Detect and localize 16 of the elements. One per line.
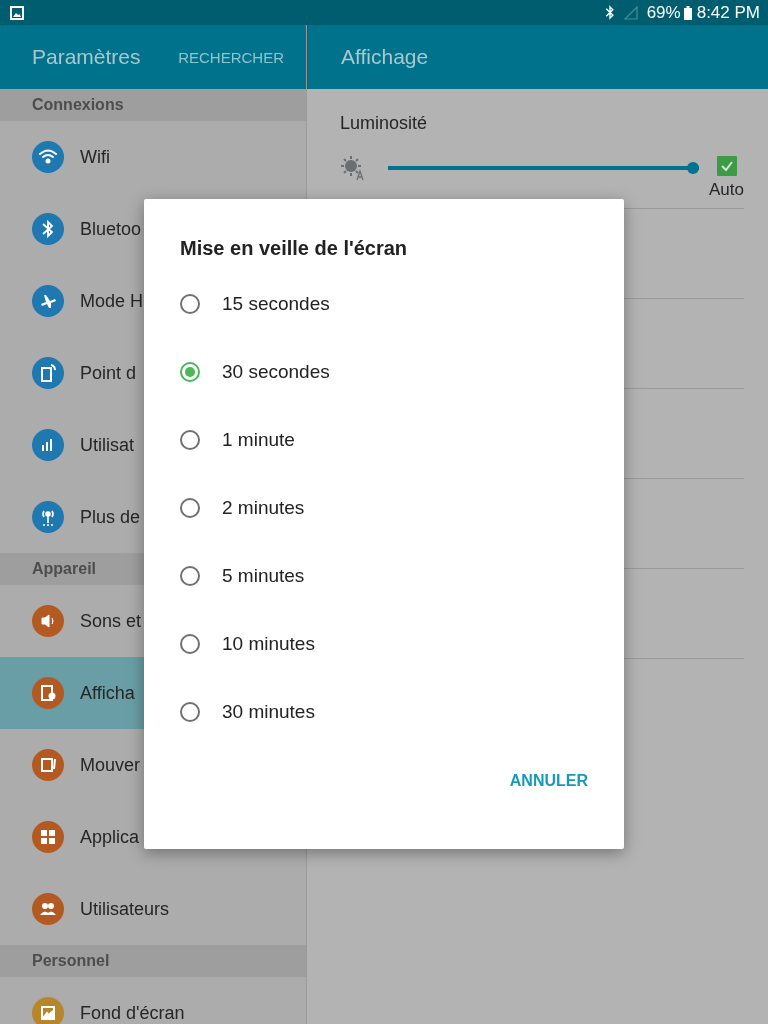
section-header: Connexions	[0, 89, 306, 121]
brightness-label: Luminosité	[340, 113, 429, 134]
page-title: Affichage	[341, 45, 429, 69]
clock: 8:42 PM	[696, 2, 760, 23]
settings-title: Paramètres	[32, 45, 141, 69]
section-header: Personnel	[0, 945, 306, 977]
auto-label: Auto	[709, 180, 744, 200]
option-label: 30 secondes	[222, 361, 330, 383]
battery-percent: 69%	[646, 2, 681, 23]
dialog-title: Mise en veille de l'écran	[180, 237, 409, 260]
option-label: 2 minutes	[222, 497, 305, 519]
option-label: 30 minutes	[222, 701, 315, 723]
option-label: 10 minutes	[222, 633, 315, 655]
option-label: 1 minute	[222, 429, 295, 451]
option-label: 15 secondes	[222, 293, 330, 315]
option-label: 5 minutes	[222, 565, 305, 587]
